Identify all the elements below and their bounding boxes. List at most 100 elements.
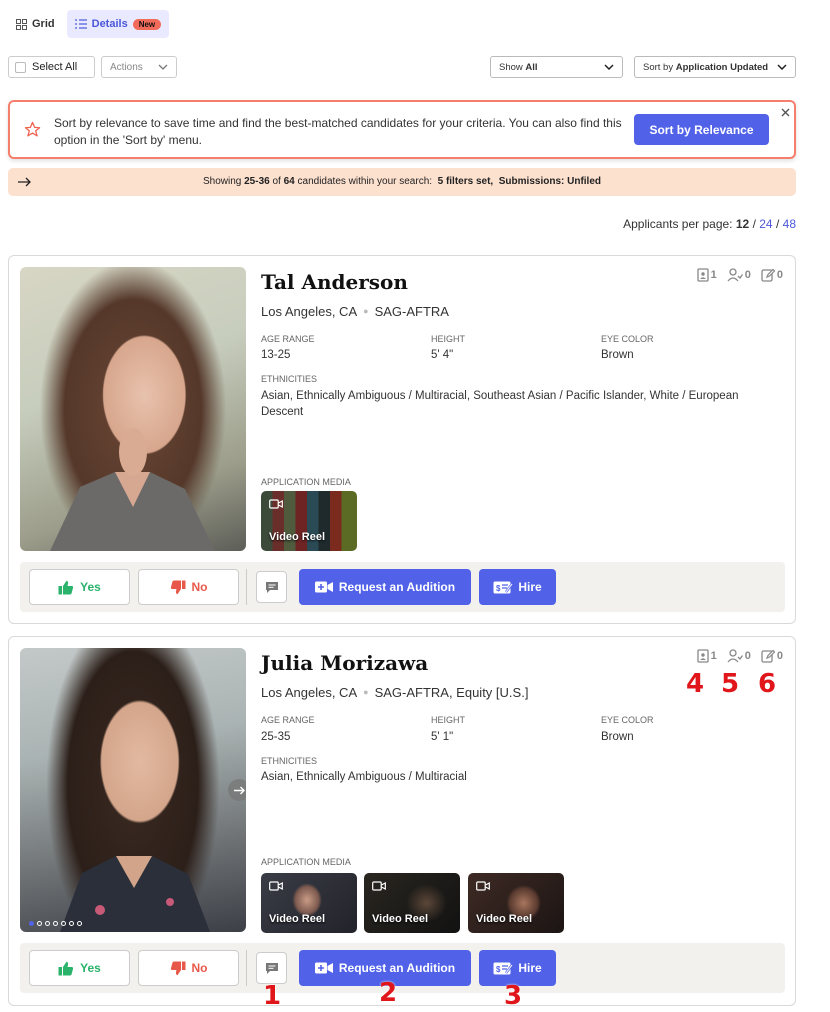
request-audition-label: Request an Audition bbox=[338, 580, 456, 594]
details-view-label: Details bbox=[91, 18, 128, 30]
person-check-icon bbox=[727, 649, 743, 663]
notes-stat[interactable]: 0 bbox=[761, 268, 783, 282]
pagination-dot[interactable] bbox=[45, 921, 50, 926]
per-page-separator: / bbox=[775, 217, 780, 231]
age-range-value: 13-25 bbox=[261, 349, 291, 361]
pagination-dot[interactable] bbox=[53, 921, 58, 926]
pagination-dot[interactable] bbox=[37, 921, 42, 926]
showing-total: 64 bbox=[283, 176, 295, 187]
age-range-value: 25-35 bbox=[261, 731, 291, 743]
reviews-stat[interactable]: 0 bbox=[727, 649, 751, 663]
candidate-location: Los Angeles, CA bbox=[261, 304, 358, 319]
pagination-dot[interactable] bbox=[77, 921, 82, 926]
pagination-dot[interactable] bbox=[69, 921, 74, 926]
pagination-dot[interactable] bbox=[29, 921, 34, 926]
details-view-button[interactable]: Details New bbox=[66, 10, 170, 38]
candidate-stats: 1 0 0 bbox=[696, 268, 783, 282]
ethnicities-value: Asian, Ethnically Ambiguous / Multiracia… bbox=[261, 771, 467, 783]
yes-label: Yes bbox=[80, 580, 101, 594]
candidate-location-union: Los Angeles, CA ● SAG-AFTRA, Equity [U.S.] bbox=[261, 685, 528, 700]
sort-prefix: Sort by bbox=[643, 61, 674, 73]
candidate-location: Los Angeles, CA bbox=[261, 685, 358, 700]
candidate-name[interactable]: Julia Morizawa bbox=[261, 651, 428, 675]
request-audition-button[interactable]: Request an Audition bbox=[299, 569, 471, 605]
banner-text: Sort by relevance to save time and find … bbox=[54, 116, 622, 147]
candidate-location-union: Los Angeles, CA ● SAG-AFTRA bbox=[261, 304, 449, 319]
video-reel-thumbnail[interactable]: Video Reel bbox=[261, 873, 357, 933]
divider bbox=[246, 569, 247, 605]
show-filter-text: Show All bbox=[499, 62, 538, 73]
candidate-action-bar: Yes No Request an Audition $ Hire bbox=[20, 562, 785, 612]
yes-button[interactable]: Yes bbox=[29, 569, 130, 605]
per-page-label: Applicants per page: bbox=[623, 217, 733, 231]
chevron-down-icon bbox=[777, 64, 787, 70]
request-audition-label: Request an Audition bbox=[338, 961, 456, 975]
height-label: HEIGHT bbox=[431, 334, 466, 344]
thumbs-up-icon bbox=[58, 580, 74, 594]
chevron-down-icon bbox=[158, 64, 168, 70]
candidate-stats: 1 0 0 bbox=[696, 649, 783, 663]
per-page-option-24[interactable]: 24 bbox=[759, 217, 772, 231]
video-reel-label: Video Reel bbox=[372, 913, 429, 925]
showing-of: of bbox=[272, 176, 281, 187]
reviews-stat[interactable]: 0 bbox=[727, 268, 751, 282]
candidate-name[interactable]: Tal Anderson bbox=[261, 270, 408, 294]
height-value: 5' 1" bbox=[431, 731, 454, 743]
portrait-illustration bbox=[60, 856, 210, 932]
documents-stat[interactable]: 1 bbox=[696, 649, 717, 663]
eye-color-value: Brown bbox=[601, 349, 634, 361]
headshot-photo[interactable] bbox=[20, 648, 246, 932]
show-filter-dropdown[interactable]: Show All bbox=[490, 56, 623, 78]
notes-stat[interactable]: 0 bbox=[761, 649, 783, 663]
showing-range: 25-36 bbox=[244, 176, 270, 187]
portrait-illustration bbox=[50, 428, 215, 551]
video-plus-icon bbox=[314, 581, 333, 593]
thumbs-down-icon bbox=[170, 580, 185, 594]
yes-label: Yes bbox=[80, 961, 101, 975]
annotation-5: 5 bbox=[721, 669, 740, 699]
no-button[interactable]: No bbox=[138, 950, 239, 986]
photo-pagination-dots bbox=[29, 921, 82, 926]
sort-dropdown[interactable]: Sort by Application Updated bbox=[634, 56, 796, 78]
actions-dropdown[interactable]: Actions bbox=[101, 56, 177, 78]
close-icon[interactable] bbox=[781, 108, 790, 117]
video-reel-label: Video Reel bbox=[476, 913, 533, 925]
video-icon bbox=[372, 881, 386, 891]
eye-color-value: Brown bbox=[601, 731, 634, 743]
video-reel-thumbnail[interactable]: Video Reel bbox=[468, 873, 564, 933]
notes-count: 0 bbox=[776, 269, 783, 281]
video-reel-thumbnail[interactable]: Video Reel bbox=[364, 873, 460, 933]
search-summary-text: Showing 25-36 of 64 candidates within yo… bbox=[8, 176, 796, 187]
person-check-icon bbox=[727, 268, 743, 282]
grid-view-button[interactable]: Grid bbox=[8, 10, 63, 38]
arrow-right-icon bbox=[233, 786, 245, 794]
new-badge: New bbox=[132, 18, 162, 30]
actions-label: Actions bbox=[110, 61, 143, 73]
per-page-option-48[interactable]: 48 bbox=[783, 217, 796, 231]
eye-color-label: EYE COLOR bbox=[601, 334, 654, 344]
age-range-label: AGE RANGE bbox=[261, 715, 315, 725]
checkbox[interactable] bbox=[15, 61, 26, 73]
next-photo-button[interactable] bbox=[228, 779, 246, 801]
chat-bubble-icon bbox=[265, 581, 278, 593]
headshot-photo[interactable] bbox=[20, 267, 246, 551]
annotation-2: 2 bbox=[379, 978, 398, 1008]
annotation-4: 4 bbox=[686, 669, 705, 699]
video-reel-thumbnail[interactable]: Video Reel bbox=[261, 491, 357, 551]
separator-dot: ● bbox=[363, 306, 369, 316]
message-button[interactable] bbox=[256, 952, 287, 984]
no-button[interactable]: No bbox=[138, 569, 239, 605]
select-all-checkbox[interactable]: Select All bbox=[8, 56, 95, 78]
message-button[interactable] bbox=[256, 571, 287, 603]
sort-by-relevance-button[interactable]: Sort by Relevance bbox=[634, 114, 769, 145]
documents-stat[interactable]: 1 bbox=[696, 268, 717, 282]
per-page-current: 12 bbox=[735, 217, 750, 231]
yes-button[interactable]: Yes bbox=[29, 950, 130, 986]
pagination-dot[interactable] bbox=[61, 921, 66, 926]
filters-set: 5 filters set, bbox=[437, 176, 494, 187]
video-icon bbox=[269, 499, 283, 509]
video-icon bbox=[476, 881, 490, 891]
search-summary-bar: Showing 25-36 of 64 candidates within yo… bbox=[8, 168, 796, 196]
hire-button[interactable]: $ Hire bbox=[479, 569, 556, 605]
svg-text:$: $ bbox=[496, 584, 501, 593]
